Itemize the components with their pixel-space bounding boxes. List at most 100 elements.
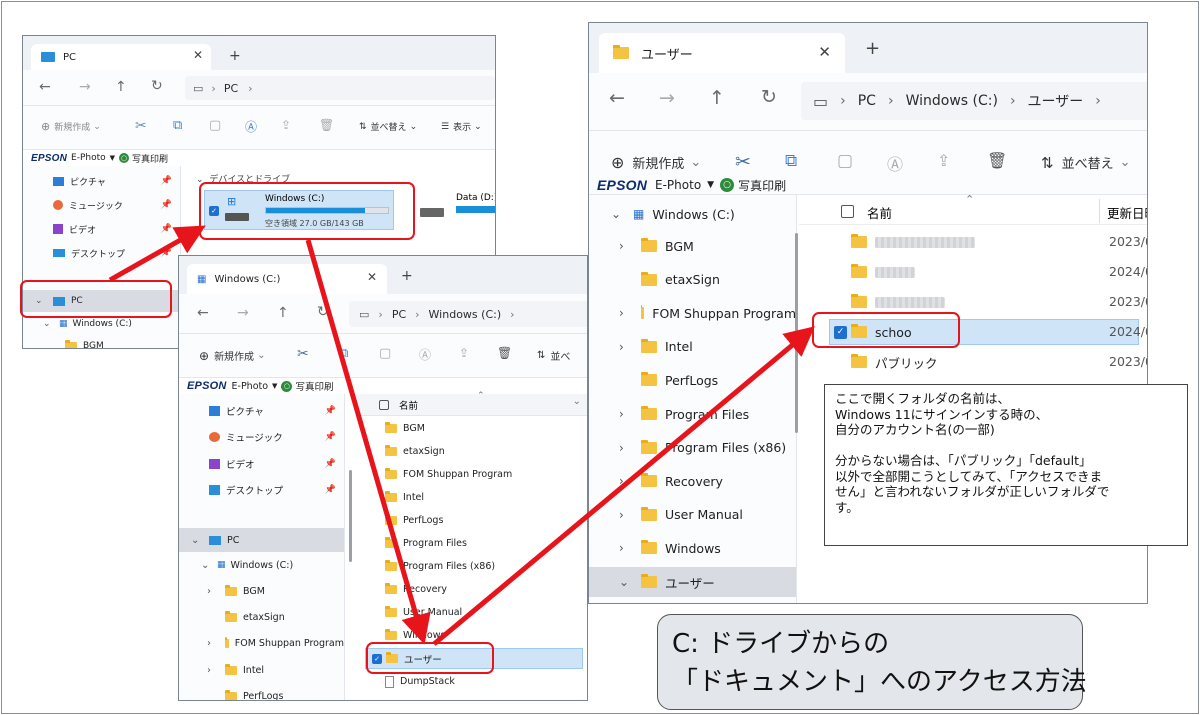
address-bar[interactable]: ▭ › PC › Windows (C:) › ユーザー › (801, 82, 1147, 120)
copy-icon[interactable]: ⧉ (173, 118, 182, 133)
column-header-name[interactable]: 名前 (399, 398, 418, 412)
forward-icon[interactable]: → (79, 79, 91, 95)
sidebar-item-intel[interactable]: › Intel (179, 659, 344, 681)
new-button[interactable]: ⊕ 新規作成 ⌄ (41, 120, 101, 133)
sidebar-item-perflogs[interactable]: PerfLogs (179, 686, 344, 700)
pin-icon[interactable]: 📌 (161, 224, 172, 234)
sidebar-item-program-files[interactable]: › Program Files (589, 399, 796, 429)
new-button[interactable]: ⊕ 新規作成 ⌄ (199, 348, 265, 364)
chevron-down-icon[interactable]: ⌄ (619, 575, 629, 589)
sort-button[interactable]: ⇅ 並べ替え ⌄ (359, 120, 417, 134)
chevron-right-icon[interactable]: › (207, 638, 211, 649)
copy-icon[interactable]: ⧉ (785, 151, 797, 171)
sidebar-item-etaxsign[interactable]: etaxSign (589, 265, 796, 295)
sidebar-item-fom-shuppan-program[interactable]: › FOM Shuppan Program (589, 298, 796, 328)
sort-button[interactable]: ⇅ 並べ (537, 348, 570, 363)
chevron-right-icon[interactable]: › (619, 508, 624, 522)
sidebar-item-bgm[interactable]: › BGM (589, 231, 796, 261)
epson-app[interactable]: E-Photo (232, 381, 269, 392)
drive-d-tile[interactable]: Data (D:) (418, 190, 495, 230)
chevron-right-icon[interactable]: › (207, 665, 211, 676)
list-row[interactable]: DumpStack (365, 671, 583, 692)
forward-icon[interactable]: → (659, 87, 675, 109)
view-button[interactable]: ☰ 表示 ⌄ (441, 120, 482, 134)
chevron-right-icon[interactable]: › (619, 441, 624, 455)
list-row[interactable]: Recovery (365, 579, 583, 600)
rename-icon[interactable]: Ⓐ (887, 151, 903, 175)
list-row[interactable]: パブリック (829, 349, 1139, 375)
breadcrumb-pc[interactable]: PC (858, 93, 876, 109)
forward-icon[interactable]: → (237, 305, 249, 321)
epson-app[interactable]: E-Photo (655, 178, 701, 192)
share-icon[interactable]: ⇪ (937, 151, 950, 170)
cut-icon[interactable]: ✂ (297, 346, 309, 362)
sidebar-item-intel[interactable]: › Intel (589, 332, 796, 362)
sidebar-item-user-manual[interactable]: › User Manual (589, 500, 796, 530)
sidebar-item-recovery[interactable]: › Recovery (589, 466, 796, 496)
sidebar-item-pictures[interactable]: ピクチャ 📌 (179, 400, 344, 422)
sidebar-item-bgm[interactable]: BGM (23, 336, 180, 348)
chevron-down-icon[interactable]: ⌄ (191, 535, 199, 546)
share-icon[interactable]: ⇪ (459, 346, 469, 360)
pin-icon[interactable]: 📌 (325, 406, 336, 416)
chevron-down-icon[interactable]: ⌄ (611, 207, 621, 221)
paste-icon[interactable]: ▢ (209, 118, 221, 133)
up-icon[interactable]: ↑ (709, 87, 725, 109)
chevron-right-icon[interactable]: › (619, 340, 624, 354)
list-row[interactable] (829, 259, 1139, 285)
sidebar-item-fom-shuppan-program[interactable]: › FOM Shuppan Program (179, 633, 344, 655)
list-row[interactable]: Program Files (365, 533, 583, 554)
share-icon[interactable]: ⇪ (281, 118, 291, 132)
list-row[interactable] (829, 229, 1139, 255)
breadcrumb-users[interactable]: ユーザー (1028, 91, 1084, 111)
new-tab-icon[interactable]: + (229, 48, 241, 64)
paste-icon[interactable]: ▢ (379, 346, 391, 361)
new-tab-icon[interactable]: + (401, 268, 413, 284)
pin-icon[interactable]: 📌 (161, 176, 172, 186)
sidebar-item-users[interactable]: ⌄ ユーザー (589, 567, 796, 597)
epson-app[interactable]: E-Photo (71, 153, 106, 163)
chevron-right-icon[interactable]: › (619, 407, 624, 421)
chevron-right-icon[interactable]: › (619, 474, 624, 488)
sidebar-item-program-files-x86[interactable]: › Program Files (x86) (589, 433, 796, 463)
chevron-down-icon[interactable]: ⌄ (573, 396, 581, 407)
back-icon[interactable]: ← (609, 87, 625, 109)
breadcrumb-pc[interactable]: PC (392, 308, 406, 321)
rename-icon[interactable]: Ⓐ (419, 346, 431, 363)
delete-icon[interactable]: 🗑 (987, 151, 1007, 170)
sidebar-item-videos[interactable]: ビデオ 📌 (179, 453, 344, 475)
sidebar-item-videos[interactable]: ビデオ 📌 (23, 218, 180, 240)
tab-pc[interactable]: PC ✕ (31, 44, 211, 70)
column-header-date[interactable]: 更新日時 (1107, 203, 1147, 222)
copy-icon[interactable]: ⧉ (339, 346, 348, 361)
list-row[interactable]: BGM (365, 418, 583, 439)
refresh-icon[interactable]: ↻ (761, 86, 777, 108)
column-divider[interactable] (1099, 199, 1100, 223)
address-bar[interactable]: ▭ › PC › Windows (C:) › (349, 301, 587, 327)
list-row[interactable]: Program Files (x86) (365, 556, 583, 577)
sidebar-item-windows-c[interactable]: ⌄ ▦ Windows (C:) (589, 199, 796, 229)
sidebar-item-desktop[interactable]: デスクトップ 📌 (23, 242, 180, 264)
select-all-checkbox[interactable] (379, 400, 389, 410)
back-icon[interactable]: ← (197, 305, 209, 321)
new-button[interactable]: ⊕ 新規作成 ⌄ (611, 153, 701, 172)
photo-print-button[interactable]: 写真印刷 (738, 177, 786, 194)
close-icon[interactable]: ✕ (193, 48, 203, 62)
sidebar-item-windows-c[interactable]: ⌄ ▦ Windows (C:) (179, 554, 344, 576)
chevron-right-icon[interactable]: › (619, 306, 624, 320)
close-icon[interactable]: ✕ (818, 43, 831, 61)
up-icon[interactable]: ↑ (115, 79, 127, 95)
photo-print-button[interactable]: 写真印刷 (132, 152, 168, 165)
sidebar-item-music[interactable]: ミュージック 📌 (179, 426, 344, 448)
photo-print-button[interactable]: 写真印刷 (295, 379, 333, 393)
dropdown-icon[interactable]: ▼ (272, 382, 277, 390)
pin-icon[interactable]: 📌 (325, 485, 336, 495)
column-header-name[interactable]: 名前 (867, 203, 892, 222)
chevron-right-icon[interactable]: › (619, 239, 624, 253)
refresh-icon[interactable]: ↻ (317, 304, 329, 320)
sidebar-item-etaxsign[interactable]: etaxSign (179, 606, 344, 628)
chevron-right-icon[interactable]: › (207, 586, 211, 597)
back-icon[interactable]: ← (39, 79, 51, 95)
tab-windows-c[interactable]: ▦ Windows (C:) ✕ (187, 264, 387, 294)
pin-icon[interactable]: 📌 (325, 432, 336, 442)
